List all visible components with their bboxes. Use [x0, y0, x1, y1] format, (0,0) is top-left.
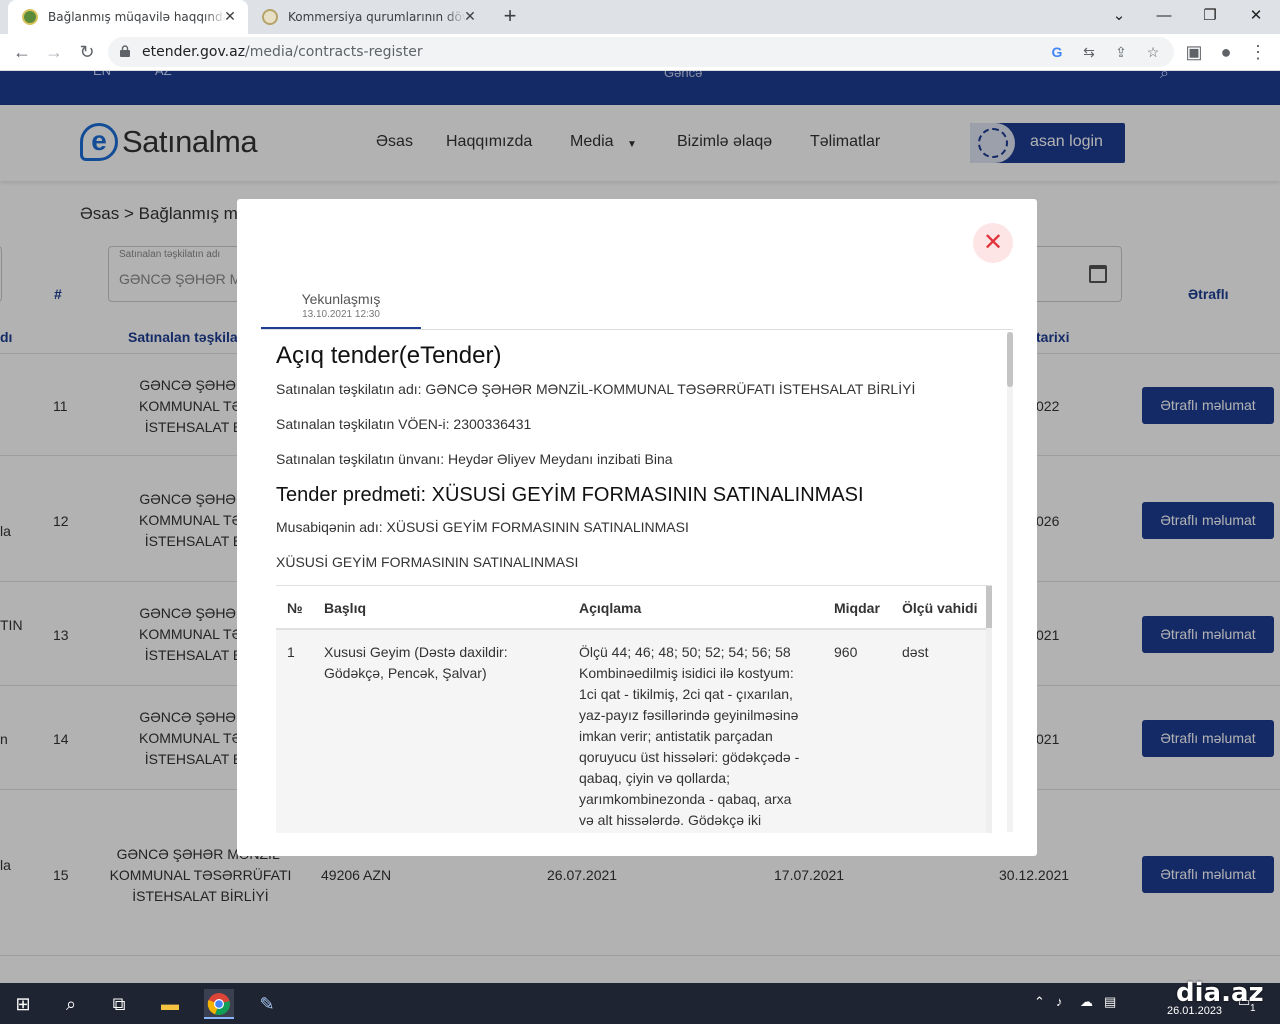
bookmark-star-icon[interactable]: ☆: [1144, 43, 1162, 61]
google-icon[interactable]: G: [1048, 43, 1066, 61]
site-favicon-icon: [262, 9, 278, 25]
modal-content: Açıq tender(eTender) Satınalan təşkilatı…: [261, 330, 1013, 833]
dia-az-watermark: dia.az: [1176, 978, 1264, 1008]
onedrive-cloud-icon[interactable]: ☁: [1080, 994, 1093, 1010]
item-num: 1: [287, 644, 295, 660]
desc-line: və alt hissələrdə. Gödəkçə iki: [579, 812, 762, 828]
item-description: Ölçü 44; 46; 48; 50; 52; 54; 56; 58 Komb…: [579, 642, 799, 831]
col-title-header: Başlıq: [324, 600, 367, 616]
chrome-icon[interactable]: [204, 989, 234, 1019]
tender-title: Açıq tender(eTender): [276, 342, 502, 369]
tab-completed-date: 13.10.2021 12:30: [302, 309, 380, 320]
contest-desc-text: XÜSUSİ GEYİM FORMASININ SATINALINMASI: [276, 554, 579, 570]
tab-completed[interactable]: Yekunlaşmış 13.10.2021 12:30: [261, 289, 421, 329]
col-qty-header: Miqdar: [834, 600, 880, 616]
url-host: etender.gov.az: [142, 44, 246, 60]
tab-completed-label: Yekunlaşmış: [301, 291, 381, 307]
restore-button[interactable]: ❐: [1198, 4, 1222, 28]
tab-close-icon[interactable]: ✕: [222, 8, 238, 24]
items-table: № Başlıq Açıqlama Miqdar Ölçü vahidi 1 X…: [276, 585, 992, 833]
desc-line: imkan verir; antistatik parçadan: [579, 728, 773, 744]
tab-title: Kommersiya qurumlarının dövlət: [288, 10, 466, 24]
item-title-line: Xususi Geyim (Dəstə daxildir:: [324, 644, 508, 660]
volume-icon[interactable]: ♪: [1056, 994, 1063, 1009]
share-icon[interactable]: ⇪: [1112, 43, 1130, 61]
table-row: 1 Xususi Geyim (Dəstə daxildir: Gödəkçə,…: [276, 630, 986, 833]
lock-icon[interactable]: [120, 45, 130, 57]
desc-line: 1ci qat - tikilmiş, 2ci qat - çıxarılan,: [579, 686, 793, 702]
reload-icon[interactable]: ↻: [75, 40, 99, 64]
tray-chevron-icon[interactable]: ⌃: [1034, 994, 1045, 1010]
site-favicon-icon: [22, 9, 38, 25]
web-page: EN AZ Gəncə ⌕ e Satınalma Əsas Haqqımızd…: [0, 71, 1280, 983]
taskbar-date: 26.01.2023: [1167, 1005, 1223, 1017]
desc-line: qoruyucu üst hissələri: gödəkçədə -: [579, 749, 800, 765]
desc-line: Ölçü 44; 46; 48; 50; 52; 54; 56; 58: [579, 644, 791, 660]
org-voen-text: Satınalan təşkilatın VÖEN-i: 2300336431: [276, 416, 532, 432]
contract-details-modal: ✕ Yekunlaşmış 13.10.2021 12:30 Açıq tend…: [237, 199, 1037, 856]
menu-kebab-icon[interactable]: ⋮: [1246, 40, 1270, 64]
chrome-logo-icon: [207, 993, 230, 1016]
tab-close-icon[interactable]: ✕: [462, 8, 478, 24]
item-title-line: Gödəkçə, Pencək, Şalvar): [324, 665, 487, 681]
address-bar[interactable]: etender.gov.az/media/contracts-register …: [108, 37, 1174, 67]
modal-close-button[interactable]: ✕: [973, 223, 1013, 263]
col-no-header: №: [287, 600, 303, 616]
table-scrollbar-thumb[interactable]: [986, 586, 992, 628]
desc-line: yaz-payız fəsillərində geyinilməsinə: [579, 707, 799, 723]
search-icon[interactable]: ⌕: [56, 989, 86, 1019]
browser-tabstrip: Bağlanmış müqavilə haqqında məl ✕ Kommer…: [0, 0, 1280, 34]
modal-scrollbar[interactable]: [1007, 332, 1013, 832]
close-window-button[interactable]: ✕: [1244, 4, 1268, 28]
back-arrow-icon[interactable]: ←: [10, 40, 34, 64]
org-address-text: Satınalan təşkilatın ünvanı: Heydər Əliy…: [276, 451, 673, 467]
tender-subject: Tender predmeti: XÜSUSİ GEYİM FORMASININ…: [276, 484, 864, 506]
tab-search-chevron-icon[interactable]: ⌄: [1107, 4, 1131, 28]
item-unit: dəst: [902, 644, 929, 660]
paint-app-icon[interactable]: ✎: [252, 989, 282, 1019]
tab-title: Bağlanmış müqavilə haqqında məl: [48, 10, 226, 24]
file-explorer-icon[interactable]: ▬: [155, 989, 185, 1019]
browser-tab[interactable]: Kommersiya qurumlarının dövlət ✕: [248, 0, 488, 34]
contest-name-text: Musabiqənin adı: XÜSUSİ GEYİM FORMASININ…: [276, 519, 689, 535]
browser-toolbar: ← → ↻ etender.gov.az/media/contracts-reg…: [0, 34, 1280, 71]
modal-scrollbar-thumb[interactable]: [1007, 332, 1013, 387]
item-title: Xususi Geyim (Dəstə daxildir: Gödəkçə, P…: [324, 642, 508, 684]
profile-avatar-icon[interactable]: ●: [1214, 40, 1238, 64]
task-view-icon[interactable]: ⧉: [104, 989, 134, 1019]
url-path: /media/contracts-register: [245, 44, 423, 60]
new-tab-button[interactable]: +: [498, 5, 522, 29]
side-panel-icon[interactable]: ▣: [1182, 40, 1206, 64]
forward-arrow-icon[interactable]: →: [42, 40, 66, 64]
browser-tab-active[interactable]: Bağlanmış müqavilə haqqında məl ✕: [8, 0, 248, 34]
network-icon[interactable]: ▤: [1104, 994, 1116, 1010]
desc-line: qabaq, çiyin və qollarda;: [579, 770, 730, 786]
desc-line: yarımkombinezonda - qabaq, arxa: [579, 791, 792, 807]
windows-taskbar: ⊞ ⌕ ⧉ ▬ ✎ ⌃ ♪ ☁ ▤ ▭ 1: [0, 983, 1280, 1024]
org-name-text: Satınalan təşkilatın adı: GƏNCƏ ŞƏHƏR MƏ…: [276, 381, 916, 397]
minimize-button[interactable]: —: [1152, 4, 1176, 28]
translate-icon[interactable]: ⇆: [1080, 43, 1098, 61]
col-unit-header: Ölçü vahidi: [902, 600, 978, 616]
windows-start-icon[interactable]: ⊞: [8, 989, 38, 1019]
col-desc-header: Açıqlama: [579, 600, 642, 616]
url-text: etender.gov.az/media/contracts-register: [142, 44, 423, 60]
desc-line: Kombinəedilmiş isidici ilə kostyum:: [579, 665, 794, 681]
item-quantity: 960: [834, 644, 858, 660]
